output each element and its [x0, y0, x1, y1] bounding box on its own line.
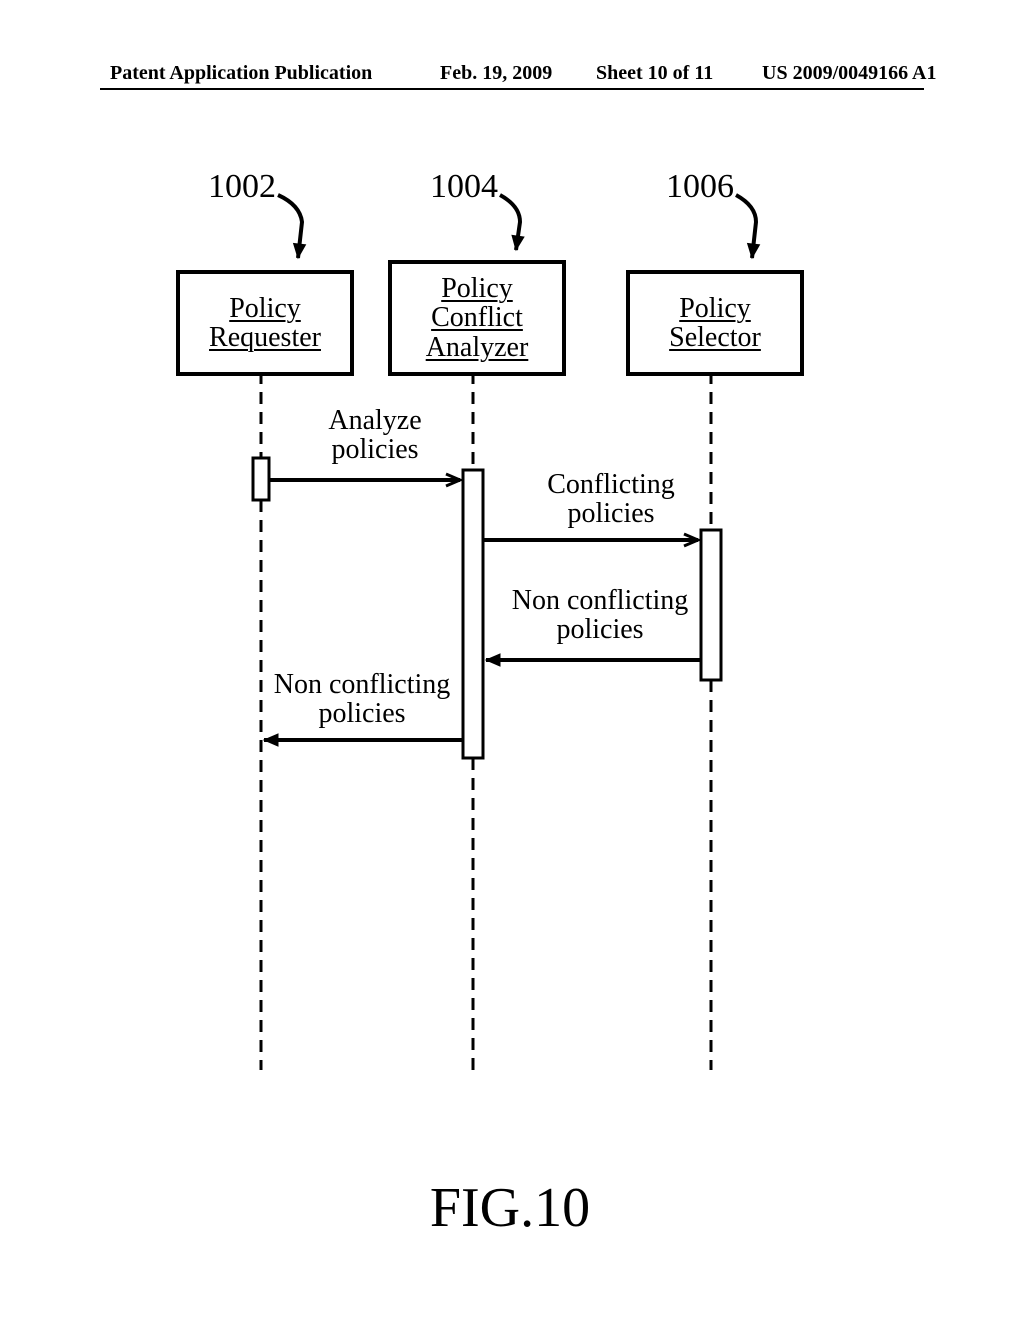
msg-nonconflicting-return-requester: Non conflictingpolicies [262, 670, 462, 729]
figure-10: 1002 1004 1006 PolicyRequester PolicyCon… [100, 140, 920, 1240]
page: Patent Application Publication Feb. 19, … [0, 0, 1024, 1320]
figure-caption: FIG.10 [100, 1176, 920, 1240]
header-left: Patent Application Publication [110, 62, 372, 85]
header-pubnum: US 2009/0049166 A1 [762, 62, 936, 85]
header-divider [100, 88, 924, 90]
msg-analyze-policies: Analyzepolicies [300, 406, 450, 465]
msg-conflicting-policies: Conflictingpolicies [516, 470, 706, 529]
msg-nonconflicting-return-selector: Non conflictingpolicies [500, 586, 700, 645]
sequence-svg [100, 140, 920, 1240]
header-date: Feb. 19, 2009 [440, 62, 552, 85]
header-sheet: Sheet 10 of 11 [596, 62, 713, 85]
